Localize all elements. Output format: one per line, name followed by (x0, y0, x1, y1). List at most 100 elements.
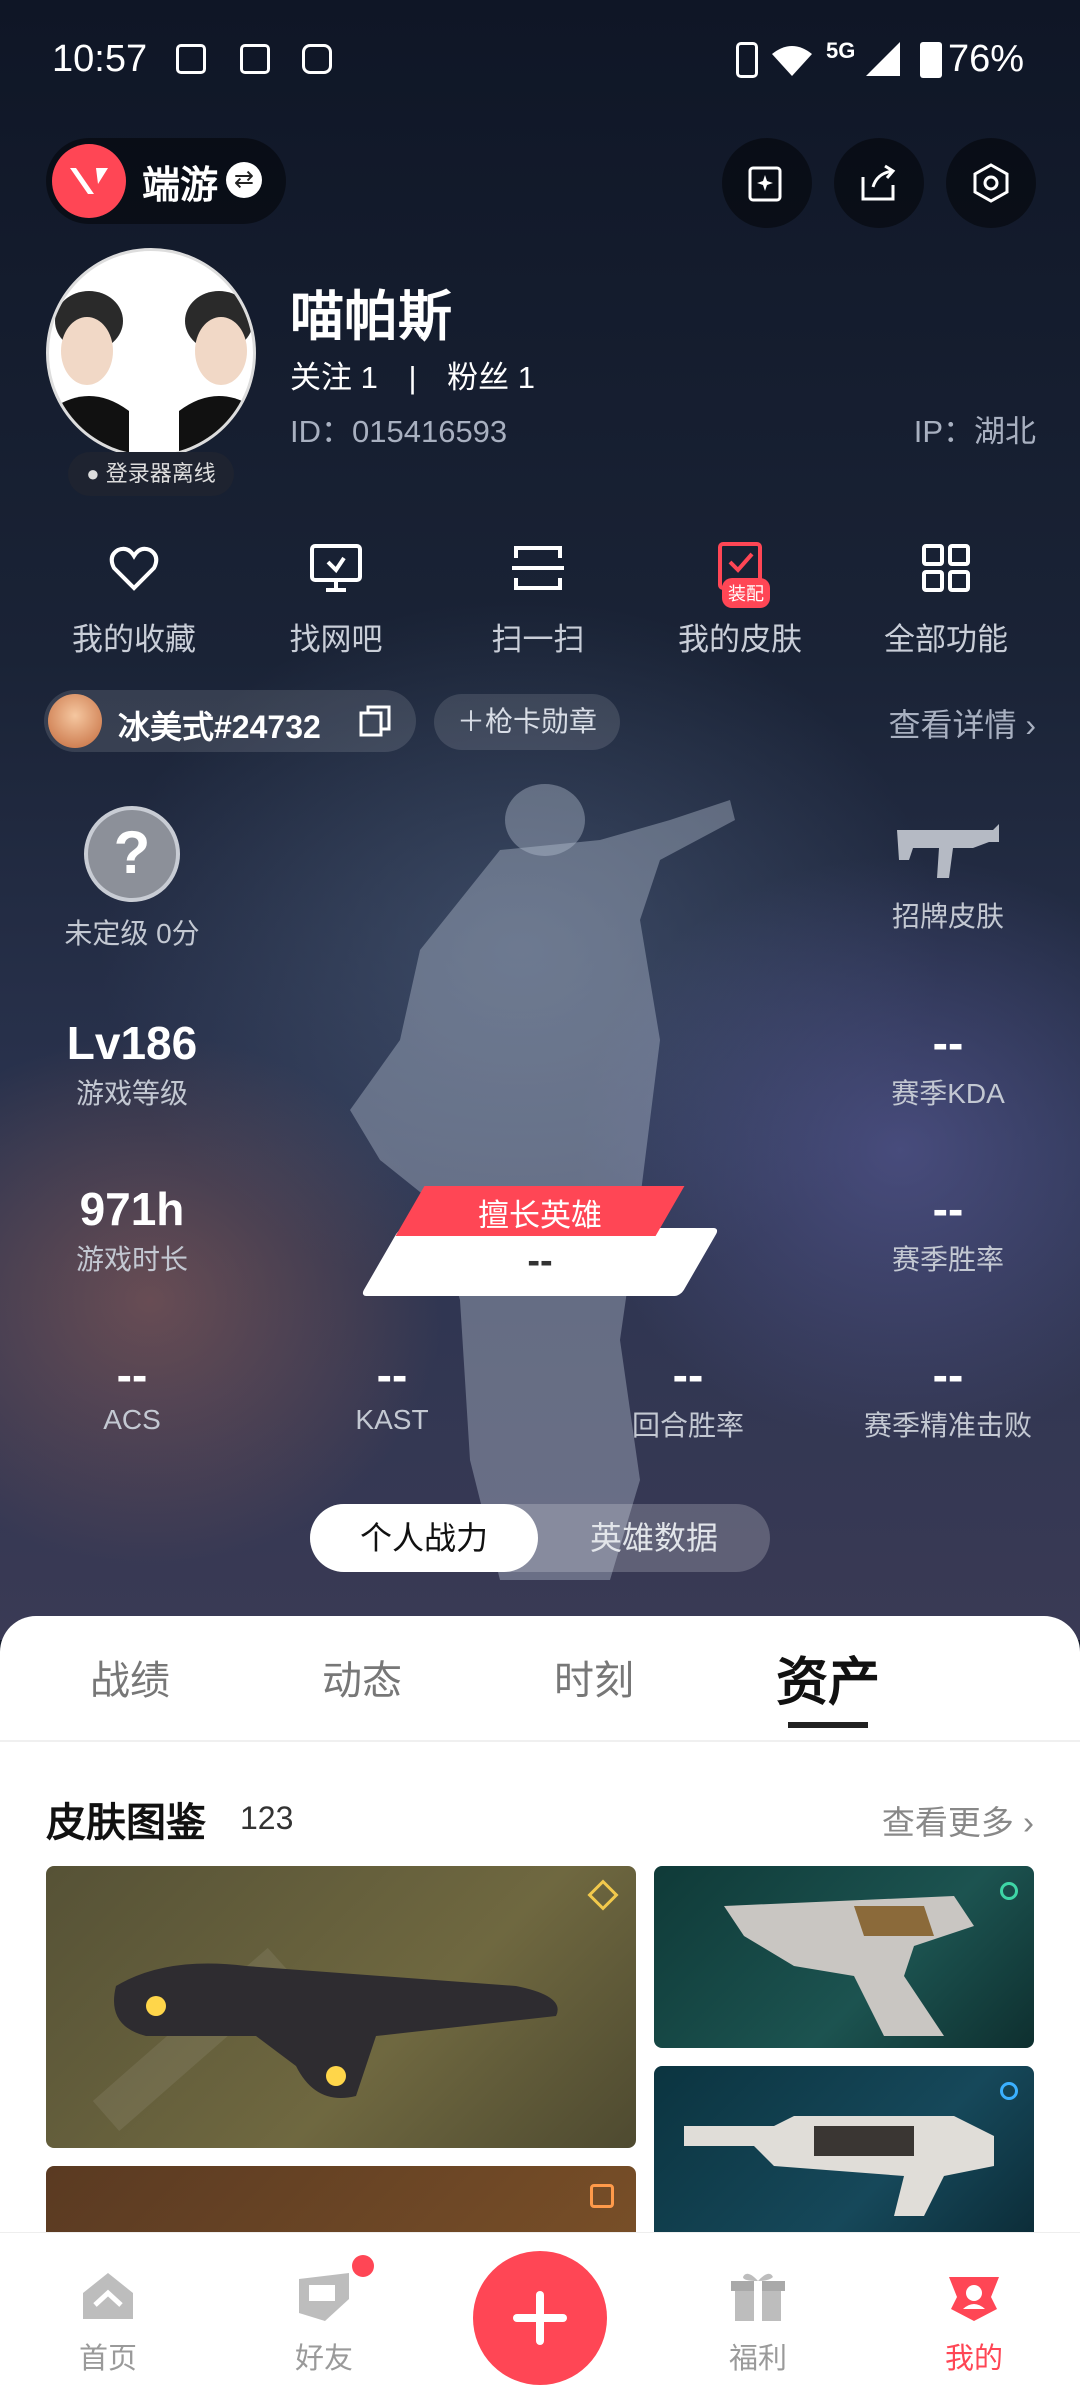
acs-stat: -- ACS (22, 1348, 242, 1436)
precise-kills-value: -- (932, 1349, 964, 1401)
level-label: 游戏等级 (75, 1078, 188, 1109)
kda-label: 赛季KDA (891, 1078, 1005, 1109)
nav-home[interactable]: 首页 (38, 2269, 178, 2377)
battery-percent: 76% (948, 38, 1025, 80)
monitor-icon (308, 540, 364, 596)
toggle-hero-data[interactable]: 英雄数据 (538, 1504, 770, 1572)
friends-notification-dot (352, 2255, 374, 2277)
heart-icon (106, 540, 162, 596)
skin-card[interactable] (654, 2066, 1034, 2256)
nav-home-label: 首页 (78, 2343, 137, 2375)
acs-label: ACS (103, 1404, 161, 1435)
tab-moments-feed[interactable]: 动态 (322, 1648, 402, 1706)
quick-my-skins[interactable]: 装配 我的皮肤 (640, 540, 840, 659)
view-details-label: 查看详情 (888, 707, 1017, 743)
view-more-link[interactable]: 查看更多 › (882, 1796, 1034, 1844)
settings-button[interactable] (946, 138, 1036, 228)
sparkle-card-icon (748, 166, 782, 202)
toggle-personal-power[interactable]: 个人战力 (310, 1504, 538, 1572)
following-count[interactable]: 关注 1 (290, 360, 378, 395)
quick-favorites-label: 我的收藏 (72, 622, 196, 657)
level-stat: Lv186 游戏等级 (22, 1016, 242, 1112)
network-type: 5G (826, 38, 856, 63)
home-icon (79, 2269, 137, 2323)
skin-card[interactable] (46, 1866, 636, 2148)
mail-icon (240, 44, 270, 74)
signature-skin-stat[interactable]: 招牌皮肤 (838, 820, 1058, 935)
tier-circle-icon (1000, 2082, 1018, 2100)
best-hero-tag-label: 擅长英雄 (478, 1198, 602, 1233)
nav-me[interactable]: 我的 (904, 2269, 1044, 2377)
user-id: ID：015416593 (290, 414, 508, 449)
share-icon (861, 164, 896, 201)
friends-icon (295, 2269, 353, 2323)
skin-collection-title: 皮肤图鉴 (46, 1801, 206, 1845)
avatar[interactable] (46, 248, 256, 458)
gift-icon (729, 2269, 787, 2323)
bottom-navigation: 首页 好友 福利 我的 (0, 2232, 1080, 2401)
data-toggle: 个人战力 英雄数据 (310, 1504, 770, 1572)
kast-label: KAST (355, 1404, 429, 1435)
skin-collection-count: 123 (240, 1800, 294, 1836)
card-medal-button[interactable]: ＋枪卡勋章 (434, 694, 620, 750)
rifle-icon (897, 824, 999, 878)
quick-favorites[interactable]: 我的收藏 (34, 540, 234, 659)
plus-icon: ＋ (456, 706, 485, 737)
quick-scan[interactable]: 扫一扫 (438, 540, 638, 659)
vibrate-icon (736, 42, 758, 78)
nav-friends-label: 好友 (294, 2343, 353, 2375)
copy-icon[interactable] (358, 704, 392, 738)
status-bar: 10:57 5G 76% (0, 0, 1080, 120)
tab-highlights[interactable]: 时刻 (554, 1648, 634, 1706)
round-winrate-stat: -- 回合胜率 (578, 1348, 798, 1444)
battery-icon (920, 42, 942, 78)
quick-scan-label: 扫一扫 (491, 622, 585, 657)
valorant-logo-icon (52, 144, 126, 218)
riot-id-chip[interactable]: 冰美式#24732 (44, 690, 416, 752)
tab-assets[interactable]: 资产 (776, 1640, 880, 1715)
revolver-image (724, 1896, 974, 2036)
round-winrate-label: 回合胜率 (631, 1410, 744, 1441)
edit-card-button[interactable] (722, 138, 812, 228)
tab-records[interactable]: 战绩 (90, 1648, 170, 1706)
sms-icon (176, 44, 206, 74)
phone-icon (302, 44, 332, 74)
skin-card[interactable] (654, 1866, 1034, 2048)
tier-circle-icon (1000, 1882, 1018, 1900)
precise-kills-label: 赛季精准击败 (863, 1410, 1032, 1441)
view-details-link[interactable]: 查看详情 › (888, 700, 1036, 746)
smg-image (684, 2116, 994, 2216)
winrate-stat: -- 赛季胜率 (838, 1182, 1058, 1278)
follow-stats: 关注 1 | 粉丝 1 (290, 352, 535, 397)
signature-skin-label: 招牌皮肤 (891, 901, 1004, 932)
nav-rewards[interactable]: 福利 (688, 2269, 828, 2377)
kast-stat: -- KAST (282, 1348, 502, 1436)
tab-divider (0, 1740, 1080, 1742)
dragon-rifle-image (92, 1947, 558, 2132)
nav-rewards-label: 福利 (728, 2343, 787, 2375)
rank-stat[interactable]: ? 未定级 0分 (22, 806, 242, 952)
card-medal-label: 枪卡勋章 (485, 706, 598, 737)
login-status-text: 登录器离线 (105, 461, 216, 486)
tier-pentagon-icon (590, 2184, 614, 2208)
follow-separator: | (408, 360, 417, 395)
active-tab-indicator (788, 1722, 868, 1728)
precise-kills-stat: -- 赛季精准击败 (838, 1348, 1058, 1444)
create-post-button[interactable] (473, 2251, 607, 2385)
game-switcher[interactable]: 端游 ⇄ (46, 138, 286, 224)
kast-value: -- (376, 1349, 408, 1401)
chevron-right-icon: › (1025, 707, 1036, 743)
hours-stat: 971h 游戏时长 (22, 1182, 242, 1278)
quick-netcafe[interactable]: 找网吧 (236, 540, 436, 659)
winrate-value: -- (932, 1183, 964, 1235)
quick-all-functions[interactable]: 全部功能 (846, 540, 1046, 659)
level-value: Lv186 (66, 1017, 198, 1069)
best-hero-value: -- (527, 1240, 553, 1282)
fans-count[interactable]: 粉丝 1 (447, 360, 535, 395)
profile-icon (945, 2269, 1003, 2323)
share-button[interactable] (834, 138, 924, 228)
wifi-icon (772, 46, 812, 76)
game-name: 端游 (142, 165, 219, 207)
signal-icon (866, 42, 900, 76)
nav-friends[interactable]: 好友 (254, 2269, 394, 2377)
